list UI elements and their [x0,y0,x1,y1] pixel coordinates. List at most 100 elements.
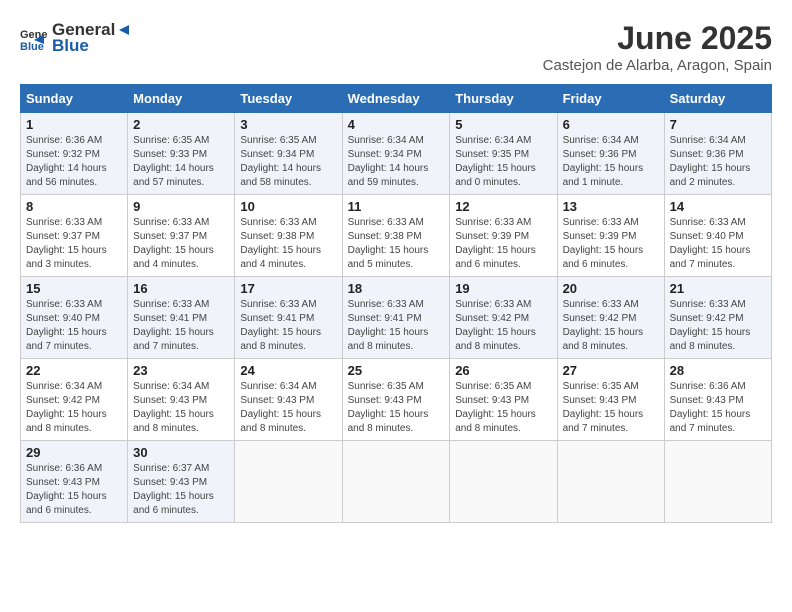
logo-arrow-icon [115,22,131,38]
day-number: 16 [133,281,229,296]
day-info: Sunrise: 6:37 AMSunset: 9:43 PMDaylight:… [133,462,229,518]
day-info: Sunrise: 6:33 AMSunset: 9:38 PMDaylight:… [348,216,445,272]
day-number: 14 [670,199,766,214]
calendar-cell: 2 Sunrise: 6:35 AMSunset: 9:33 PMDaylight… [128,113,235,195]
calendar-cell: 8 Sunrise: 6:33 AMSunset: 9:37 PMDaylight… [21,195,128,277]
day-info: Sunrise: 6:33 AMSunset: 9:42 PMDaylight:… [455,298,551,354]
calendar-cell: 15 Sunrise: 6:33 AMSunset: 9:40 PMDayligh… [21,277,128,359]
logo: General Blue General Blue [20,20,131,56]
day-number: 19 [455,281,551,296]
month-title: June 2025 [543,20,772,57]
day-number: 8 [26,199,122,214]
calendar-cell: 21 Sunrise: 6:33 AMSunset: 9:42 PMDayligh… [664,277,771,359]
header-day-sunday: Sunday [21,85,128,113]
day-info: Sunrise: 6:35 AMSunset: 9:33 PMDaylight:… [133,134,229,190]
day-number: 26 [455,363,551,378]
calendar-cell: 25 Sunrise: 6:35 AMSunset: 9:43 PMDayligh… [342,359,450,441]
location-title: Castejon de Alarba, Aragon, Spain [543,57,772,74]
day-number: 11 [348,199,445,214]
calendar-cell: 16 Sunrise: 6:33 AMSunset: 9:41 PMDayligh… [128,277,235,359]
calendar-cell: 26 Sunrise: 6:35 AMSunset: 9:43 PMDayligh… [450,359,557,441]
day-info: Sunrise: 6:35 AMSunset: 9:43 PMDaylight:… [563,380,659,436]
day-info: Sunrise: 6:34 AMSunset: 9:43 PMDaylight:… [240,380,336,436]
calendar-cell: 19 Sunrise: 6:33 AMSunset: 9:42 PMDayligh… [450,277,557,359]
day-number: 28 [670,363,766,378]
calendar-cell: 12Sunrise: 6:33 AMSunset: 9:39 PMDayligh… [450,195,557,277]
day-info: Sunrise: 6:36 AMSunset: 9:43 PMDaylight:… [26,462,122,518]
day-number: 24 [240,363,336,378]
day-number: 9 [133,199,229,214]
calendar-cell: 4Sunrise: 6:34 AMSunset: 9:34 PMDaylight… [342,113,450,195]
day-number: 2 [133,117,229,132]
day-number: 21 [670,281,766,296]
day-info: Sunrise: 6:33 AMSunset: 9:42 PMDaylight:… [563,298,659,354]
day-info: Sunrise: 6:33 AMSunset: 9:41 PMDaylight:… [240,298,336,354]
day-info: Sunrise: 6:33 AMSunset: 9:41 PMDaylight:… [348,298,445,354]
calendar-cell: 7Sunrise: 6:34 AMSunset: 9:36 PMDaylight… [664,113,771,195]
calendar-cell: 1 Sunrise: 6:36 AMSunset: 9:32 PMDaylight… [21,113,128,195]
svg-text:Blue: Blue [20,41,44,52]
day-info: Sunrise: 6:33 AMSunset: 9:37 PMDaylight:… [133,216,229,272]
calendar-cell: 18 Sunrise: 6:33 AMSunset: 9:41 PMDayligh… [342,277,450,359]
calendar-cell [342,441,450,523]
day-info: Sunrise: 6:34 AMSunset: 9:34 PMDaylight:… [348,134,445,190]
header-day-wednesday: Wednesday [342,85,450,113]
day-number: 27 [563,363,659,378]
day-info: Sunrise: 6:33 AMSunset: 9:42 PMDaylight:… [670,298,766,354]
day-number: 15 [26,281,122,296]
calendar-week-row: 29 Sunrise: 6:36 AMSunset: 9:43 PMDayligh… [21,441,772,523]
calendar-cell: 29 Sunrise: 6:36 AMSunset: 9:43 PMDayligh… [21,441,128,523]
calendar-cell [664,441,771,523]
header-day-tuesday: Tuesday [235,85,342,113]
calendar-cell: 10 Sunrise: 6:33 AMSunset: 9:38 PMDayligh… [235,195,342,277]
calendar-cell: 3 Sunrise: 6:35 AMSunset: 9:34 PMDaylight… [235,113,342,195]
calendar-cell: 5Sunrise: 6:34 AMSunset: 9:35 PMDaylight… [450,113,557,195]
day-number: 17 [240,281,336,296]
day-number: 3 [240,117,336,132]
calendar-week-row: 15 Sunrise: 6:33 AMSunset: 9:40 PMDayligh… [21,277,772,359]
day-info: Sunrise: 6:36 AMSunset: 9:32 PMDaylight:… [26,134,122,190]
calendar-cell [450,441,557,523]
calendar-cell [557,441,664,523]
day-number: 22 [26,363,122,378]
calendar-cell: 14 Sunrise: 6:33 AMSunset: 9:40 PMDayligh… [664,195,771,277]
day-number: 18 [348,281,445,296]
calendar-cell: 9 Sunrise: 6:33 AMSunset: 9:37 PMDaylight… [128,195,235,277]
day-info: Sunrise: 6:34 AMSunset: 9:43 PMDaylight:… [133,380,229,436]
day-info: Sunrise: 6:36 AMSunset: 9:43 PMDaylight:… [670,380,766,436]
day-info: Sunrise: 6:33 AMSunset: 9:37 PMDaylight:… [26,216,122,272]
day-number: 1 [26,117,122,132]
calendar-cell: 24 Sunrise: 6:34 AMSunset: 9:43 PMDayligh… [235,359,342,441]
day-number: 29 [26,445,122,460]
header-day-monday: Monday [128,85,235,113]
calendar-cell: 17 Sunrise: 6:33 AMSunset: 9:41 PMDayligh… [235,277,342,359]
day-number: 10 [240,199,336,214]
day-info: Sunrise: 6:35 AMSunset: 9:43 PMDaylight:… [455,380,551,436]
page-header: General Blue General Blue June 2025 Cast… [20,20,772,74]
day-number: 30 [133,445,229,460]
calendar-table: SundayMondayTuesdayWednesdayThursdayFrid… [20,84,772,523]
calendar-cell: 13Sunrise: 6:33 AMSunset: 9:39 PMDayligh… [557,195,664,277]
day-info: Sunrise: 6:35 AMSunset: 9:43 PMDaylight:… [348,380,445,436]
header-day-saturday: Saturday [664,85,771,113]
day-number: 23 [133,363,229,378]
calendar-header-row: SundayMondayTuesdayWednesdayThursdayFrid… [21,85,772,113]
calendar-cell: 28 Sunrise: 6:36 AMSunset: 9:43 PMDayligh… [664,359,771,441]
day-number: 20 [563,281,659,296]
day-info: Sunrise: 6:34 AMSunset: 9:36 PMDaylight:… [563,134,659,190]
calendar-week-row: 1 Sunrise: 6:36 AMSunset: 9:32 PMDaylight… [21,113,772,195]
calendar-cell: 6 Sunrise: 6:34 AMSunset: 9:36 PMDaylight… [557,113,664,195]
header-day-thursday: Thursday [450,85,557,113]
day-info: Sunrise: 6:33 AMSunset: 9:41 PMDaylight:… [133,298,229,354]
day-info: Sunrise: 6:33 AMSunset: 9:40 PMDaylight:… [26,298,122,354]
title-area: June 2025 Castejon de Alarba, Aragon, Sp… [543,20,772,74]
day-info: Sunrise: 6:33 AMSunset: 9:39 PMDaylight:… [563,216,659,272]
day-info: Sunrise: 6:33 AMSunset: 9:40 PMDaylight:… [670,216,766,272]
calendar-cell: 23 Sunrise: 6:34 AMSunset: 9:43 PMDayligh… [128,359,235,441]
day-number: 25 [348,363,445,378]
calendar-week-row: 8 Sunrise: 6:33 AMSunset: 9:37 PMDaylight… [21,195,772,277]
day-info: Sunrise: 6:35 AMSunset: 9:34 PMDaylight:… [240,134,336,190]
calendar-cell: 27 Sunrise: 6:35 AMSunset: 9:43 PMDayligh… [557,359,664,441]
day-number: 6 [563,117,659,132]
day-info: Sunrise: 6:33 AMSunset: 9:38 PMDaylight:… [240,216,336,272]
